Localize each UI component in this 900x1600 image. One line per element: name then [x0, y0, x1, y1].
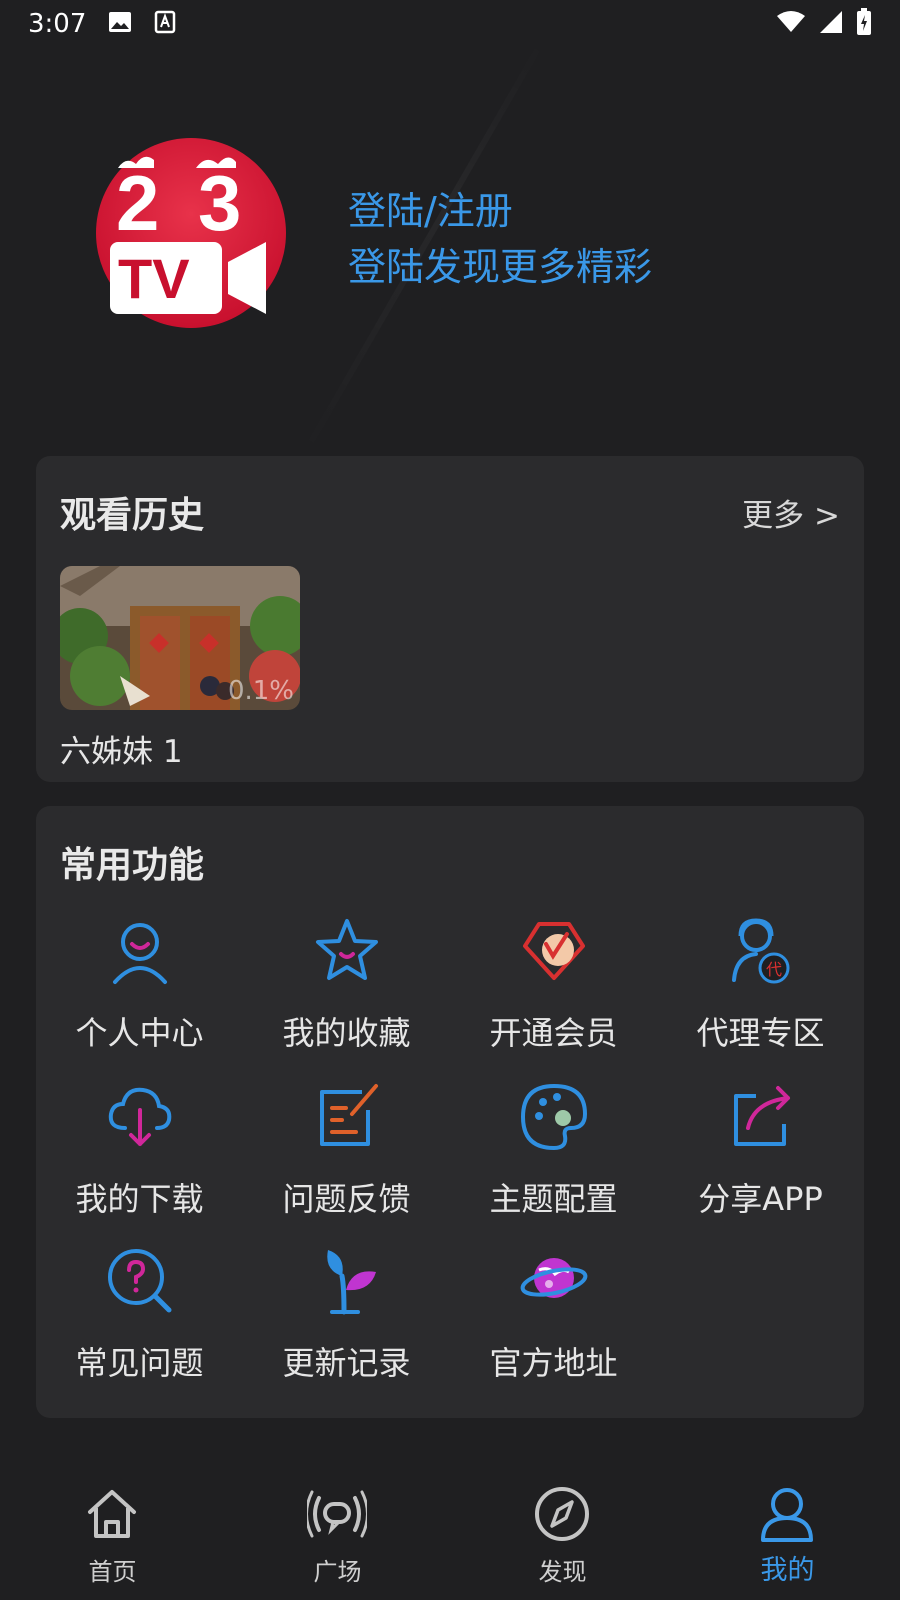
feature-share[interactable]: 分享APP: [657, 1082, 864, 1232]
star-icon: [312, 916, 382, 986]
broadcast-icon: [305, 1484, 369, 1544]
history-item-thumbnail[interactable]: 0.1%: [60, 566, 300, 710]
feedback-icon: [312, 1082, 382, 1152]
feature-label: 分享APP: [698, 1180, 823, 1218]
common-features-card: 常用功能 个人中心 我的收藏 开通会员 代 代理专区 我的下载 问题反馈 主题配…: [36, 806, 864, 1418]
feature-downloads[interactable]: 我的下载: [36, 1082, 243, 1232]
agent-icon: 代: [726, 916, 796, 986]
nav-mine[interactable]: 我的: [675, 1468, 900, 1600]
wifi-icon: [776, 10, 806, 38]
svg-text:3: 3: [198, 159, 241, 247]
feature-label: 开通会员: [489, 1014, 618, 1052]
feature-label: 官方地址: [489, 1344, 618, 1382]
nav-label: 首页: [88, 1558, 137, 1586]
nav-label: 我的: [760, 1555, 815, 1586]
user-center-icon: [105, 916, 175, 986]
history-title: 观看历史: [60, 495, 205, 536]
feature-user-center[interactable]: 个人中心: [36, 916, 243, 1066]
planet-icon: [519, 1246, 589, 1316]
nav-discover[interactable]: 发现: [450, 1468, 675, 1600]
feature-label: 代理专区: [696, 1014, 825, 1052]
palette-icon: [519, 1082, 589, 1152]
sprout-icon: [312, 1246, 382, 1316]
feature-vip[interactable]: 开通会员: [450, 916, 657, 1066]
feature-feedback[interactable]: 问题反馈: [243, 1082, 450, 1232]
nav-label: 发现: [538, 1558, 587, 1586]
compass-icon: [532, 1484, 592, 1544]
login-register-link[interactable]: 登陆/注册: [348, 180, 513, 235]
font-notification-icon: [154, 10, 176, 38]
feature-changelog[interactable]: 更新记录: [243, 1246, 450, 1396]
feature-faq[interactable]: 常见问题: [36, 1246, 243, 1396]
feature-label: 我的下载: [75, 1180, 204, 1218]
feature-official-site[interactable]: 官方地址: [450, 1246, 657, 1396]
home-icon: [82, 1484, 142, 1544]
feature-label: 主题配置: [489, 1180, 618, 1218]
battery-charging-icon: [856, 8, 872, 40]
nav-square[interactable]: 广场: [225, 1468, 450, 1600]
signal-icon: [818, 9, 844, 39]
vip-icon: [519, 916, 589, 986]
feature-favorites[interactable]: 我的收藏: [243, 916, 450, 1066]
nav-home[interactable]: 首页: [0, 1468, 225, 1600]
status-bar: 3:07: [0, 0, 900, 48]
history-progress-label: 0.1%: [227, 676, 294, 706]
app-logo[interactable]: 2 3 TV: [96, 138, 286, 328]
cloud-download-icon: [105, 1082, 175, 1152]
svg-text:TV: TV: [118, 247, 190, 310]
login-subtitle[interactable]: 登陆发现更多精彩: [348, 236, 652, 291]
feature-label: 更新记录: [282, 1344, 411, 1382]
feature-label: 问题反馈: [282, 1180, 411, 1218]
watch-history-card: 观看历史 更多 > 0.1% 六姊妹 1: [36, 456, 864, 782]
share-icon: [726, 1082, 796, 1152]
profile-icon: [757, 1484, 817, 1544]
feature-label: 我的收藏: [282, 1014, 411, 1052]
profile-header: 2 3 TV 登陆/注册 登陆发现更多精彩: [0, 48, 900, 448]
features-title: 常用功能: [60, 845, 205, 886]
feature-label: 常见问题: [75, 1344, 204, 1382]
feature-theme[interactable]: 主题配置: [450, 1082, 657, 1232]
feature-agent[interactable]: 代 代理专区: [657, 916, 864, 1066]
feature-label: 个人中心: [75, 1014, 204, 1052]
svg-text:代: 代: [766, 960, 782, 979]
status-time: 3:07: [28, 9, 87, 39]
history-more-link[interactable]: 更多 >: [742, 490, 840, 535]
gallery-notification-icon: [108, 10, 132, 38]
faq-icon: [105, 1246, 175, 1316]
svg-text:2: 2: [116, 159, 159, 247]
bottom-navigation: 首页 广场 发现 我的: [0, 1468, 900, 1600]
nav-label: 广场: [313, 1558, 362, 1586]
history-item-title[interactable]: 六姊妹 1: [60, 726, 183, 771]
